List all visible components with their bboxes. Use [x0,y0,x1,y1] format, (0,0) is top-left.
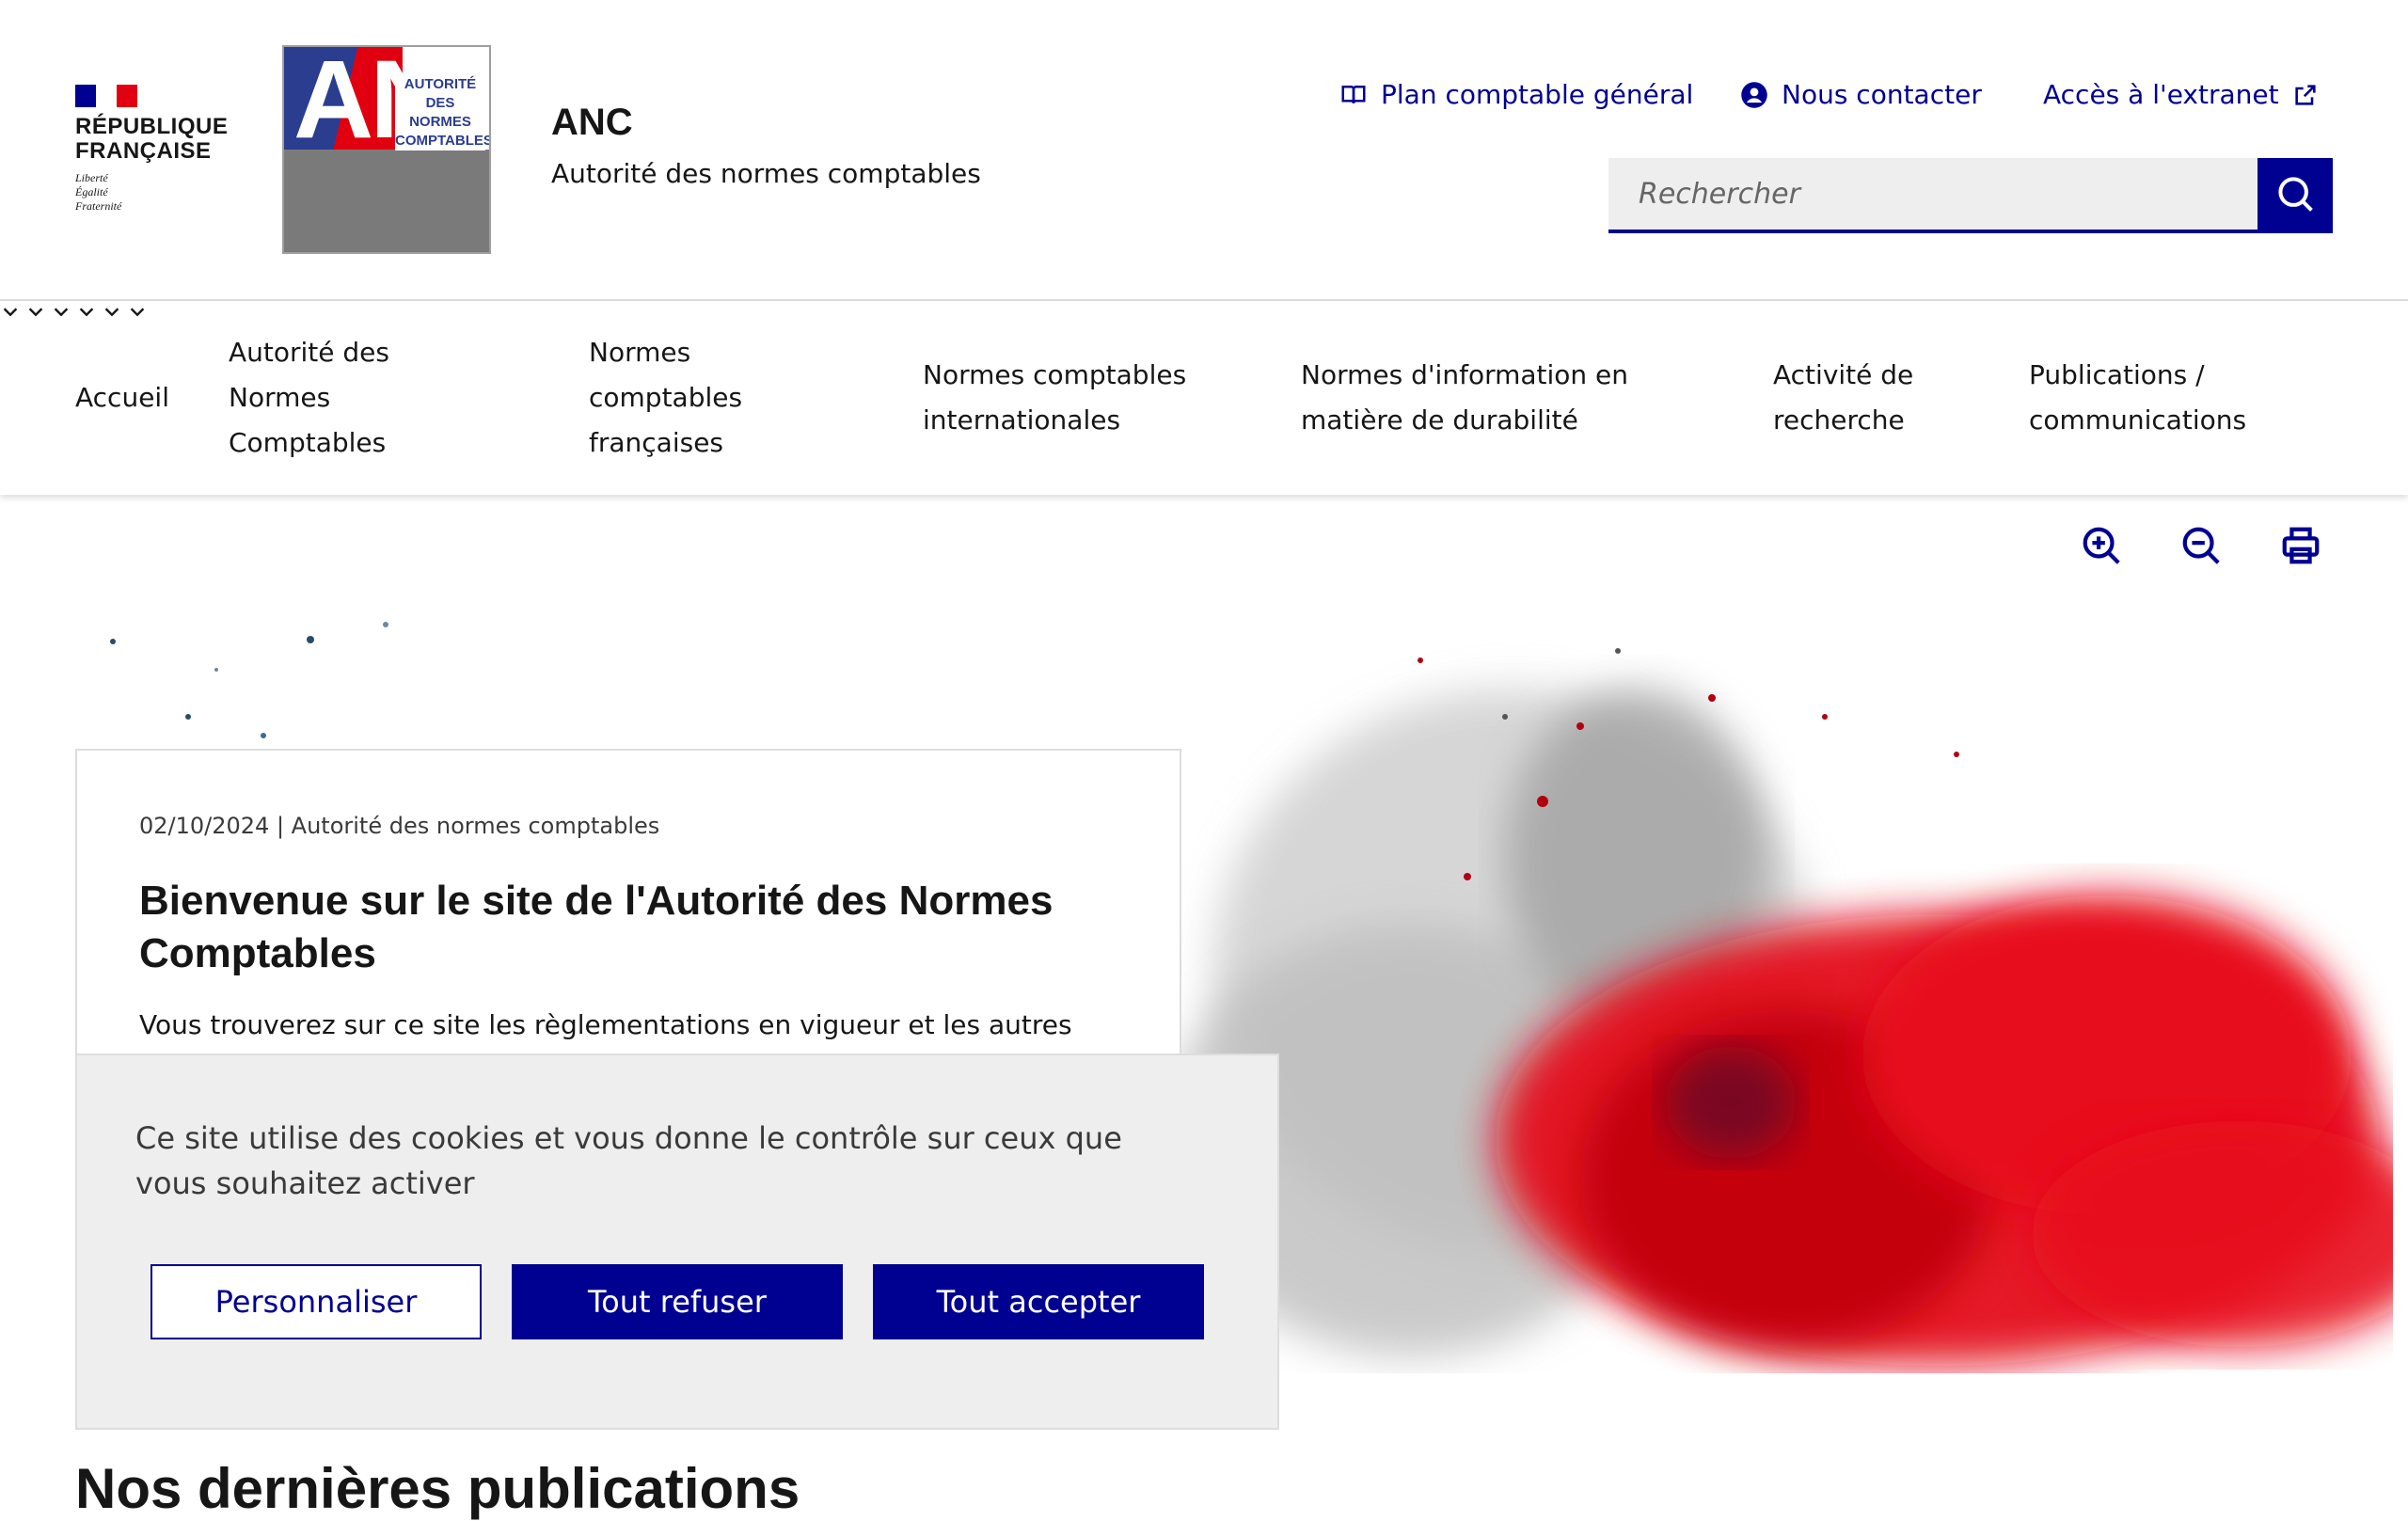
latest-publications-title: Nos dernières publications [75,1457,800,1520]
nav-item-accueil[interactable]: Accueil [75,301,188,495]
card-description: Vous trouverez sur ce site les règlement… [139,1009,1072,1040]
card-title[interactable]: Bienvenue sur le site de l'Autorité des … [139,875,1117,980]
nav-item-normes-francaises[interactable]: Normes comptables françaises [589,301,777,495]
site-name[interactable]: ANC [551,102,633,144]
zoom-out-button[interactable] [2177,523,2226,572]
contact-link[interactable]: Nous contacter [1740,79,1982,110]
cookie-message: Ce site utilise des cookies et vous donn… [135,1120,1122,1201]
chevron-down-icon[interactable] [25,308,51,325]
site-tagline: Autorité des normes comptables [551,158,981,189]
republique-francaise-logo[interactable]: RÉPUBLIQUE FRANÇAISE Liberté Égalité Fra… [75,85,229,214]
main-navigation: Accueil Autorité des Normes Comptables N… [0,301,2408,495]
print-icon [2279,524,2322,571]
search-button[interactable] [2258,158,2333,233]
extranet-label: Accès à l'extranet [2043,79,2279,110]
search-input[interactable] [1608,158,2258,233]
zoom-in-icon [2080,524,2123,571]
search-bar [1608,158,2333,233]
external-link-icon [2292,82,2319,108]
refuse-all-cookies-button[interactable]: Tout refuser [512,1264,843,1339]
zoom-in-button[interactable] [2077,523,2126,572]
nav-item-label: Normes d'information en matière de durab… [1301,359,1629,436]
nav-item-label: Normes comptables françaises [589,337,743,458]
plan-comptable-label: Plan comptable général [1381,79,1694,110]
user-circle-icon [1740,81,1768,109]
chevron-down-icon[interactable] [51,308,76,325]
extranet-link[interactable]: Accès à l'extranet [2043,79,2319,110]
card-meta: 02/10/2024 | Autorité des normes comptab… [139,813,660,839]
plan-comptable-link[interactable]: Plan comptable général [1339,79,1693,110]
nav-item-autorite[interactable]: Autorité des Normes Comptables [229,301,417,495]
anc-logo-tagline: AUTORITÉ DES NORMES COMPTABLES [395,75,491,151]
nav-item-normes-internationales[interactable]: Normes comptables internationales [923,301,1205,495]
nav-item-label: Activité de recherche [1773,359,1914,436]
cookie-banner: Ce site utilise des cookies et vous donn… [75,1054,1279,1430]
nav-item-recherche[interactable]: Activité de recherche [1773,301,1942,495]
republique-motto: Liberté Égalité Fraternité [75,171,122,213]
chevron-down-icon[interactable] [0,308,25,325]
print-button[interactable] [2276,523,2325,572]
nav-item-label: Accueil [75,382,169,413]
customize-cookies-button[interactable]: Personnaliser [150,1264,482,1339]
nav-item-durabilite[interactable]: Normes d'information en matière de durab… [1301,301,1677,495]
anc-logo[interactable]: ANC AUTORITÉ DES NORMES COMPTABLES [282,45,491,254]
republique-title: RÉPUBLIQUE FRANÇAISE [75,114,229,164]
marianne-flag [75,85,137,107]
book-icon [1339,81,1368,109]
nav-item-label: Publications / communications [2029,359,2247,436]
search-icon [2274,173,2316,218]
nav-item-label: Autorité des Normes Comptables [229,337,389,458]
contact-label: Nous contacter [1782,79,1982,110]
zoom-out-icon [2179,524,2223,571]
nav-item-publications[interactable]: Publications / communications [2029,301,2264,495]
accept-all-cookies-button[interactable]: Tout accepter [873,1264,1204,1339]
nav-item-label: Normes comptables internationales [923,359,1187,436]
